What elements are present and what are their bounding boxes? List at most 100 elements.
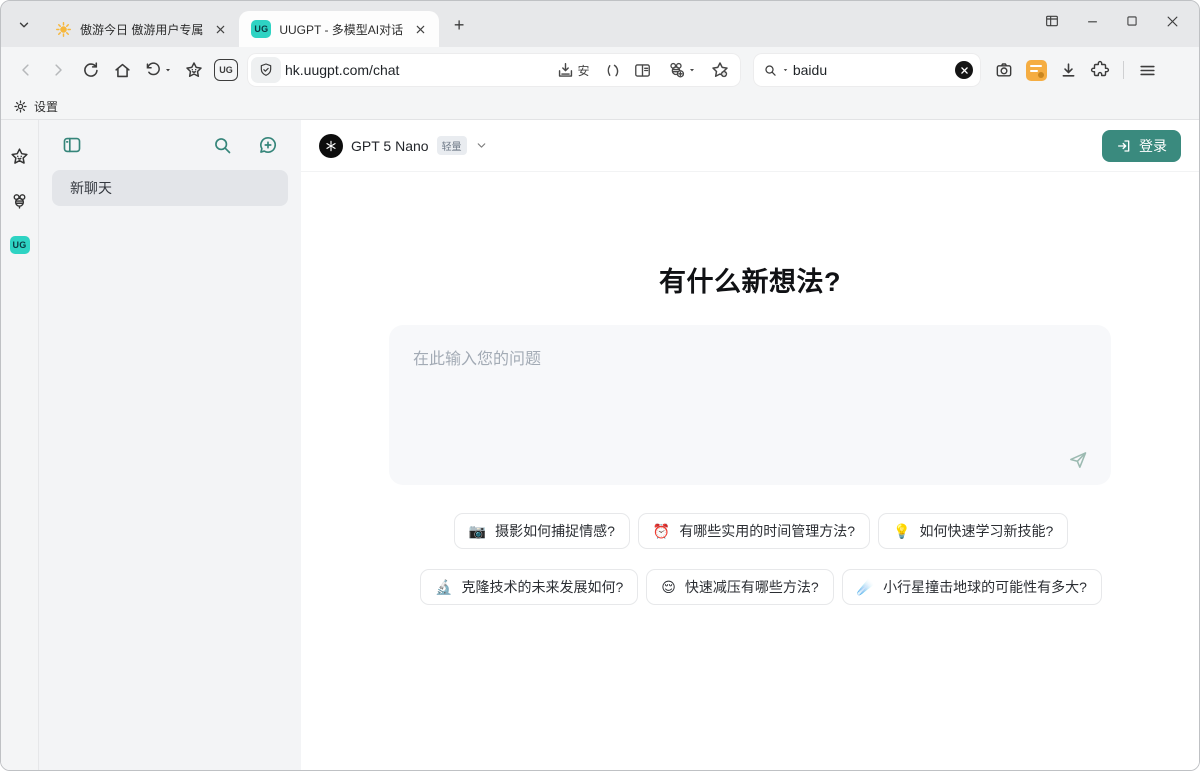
chat-sidebar: 新聊天 [39, 120, 301, 770]
suggestion-list: 📷 摄影如何捕捉情感? ⏰ 有哪些实用的时间管理方法? 💡 如何快速学习新技能?… [389, 513, 1133, 605]
clear-search-button[interactable] [955, 61, 973, 79]
star-face-icon [9, 146, 30, 167]
chat-main-panel: GPT 5 Nano 轻量 登录 有什么新想法? [301, 120, 1199, 770]
maximize-icon [1125, 14, 1139, 28]
maximize-button[interactable] [1117, 6, 1147, 36]
clear-x-icon [960, 66, 969, 75]
page-title: 有什么新想法? [389, 260, 1111, 299]
prompt-textarea[interactable] [389, 325, 1111, 485]
book-icon [633, 61, 652, 80]
lightbulb-emoji-icon: 💡 [893, 523, 910, 540]
home-button[interactable] [107, 55, 137, 85]
tab-close-icon[interactable] [211, 20, 229, 38]
search-input[interactable] [793, 62, 951, 78]
extensions-button[interactable] [1085, 55, 1115, 85]
tab-close-icon[interactable] [411, 20, 429, 38]
search-chats-button[interactable] [212, 135, 233, 156]
shield-check-icon [258, 62, 274, 78]
suggestion-label: 如何快速学习新技能? [920, 521, 1054, 541]
bookmarks-bar: 设置 [1, 93, 1199, 120]
main-menu-button[interactable] [1132, 55, 1162, 85]
search-icon [763, 62, 778, 79]
bee-notes-panel-button[interactable] [9, 191, 30, 212]
forward-icon [49, 61, 67, 79]
search-box[interactable] [753, 53, 981, 87]
login-label: 登录 [1139, 136, 1167, 156]
downloads-button[interactable] [1053, 55, 1083, 85]
back-icon [17, 61, 35, 79]
star-icon [184, 60, 204, 80]
suggestion-button[interactable]: 😌 快速减压有哪些方法? [646, 569, 833, 605]
chat-hero: 有什么新想法? 📷 摄影如何捕捉情感? ⏰ 有哪些实用的时间管理方法? [389, 260, 1111, 605]
notes-icon [1026, 60, 1047, 81]
tab-uugpt[interactable]: UG UUGPT - 多模型AI对话 [239, 11, 439, 47]
browser-toolbar: UG hk.uugpt.com/chat 安 [1, 47, 1199, 93]
split-view-icon [1044, 13, 1060, 29]
reload-button[interactable] [75, 55, 105, 85]
bookmark-settings[interactable]: 设置 [34, 98, 58, 115]
window-controls [1037, 1, 1199, 47]
new-tab-button[interactable]: + [445, 12, 473, 38]
microscope-emoji-icon: 🔬 [435, 579, 452, 596]
send-button[interactable] [1067, 449, 1089, 471]
tab-title: UUGPT - 多模型AI对话 [279, 21, 403, 38]
model-selector-button[interactable] [475, 139, 488, 152]
paper-plane-icon [1067, 449, 1089, 471]
undo-icon [144, 61, 162, 79]
chat-header: GPT 5 Nano 轻量 登录 [301, 120, 1199, 172]
caret-down-icon [688, 66, 696, 74]
suggestion-button[interactable]: 📷 摄影如何捕捉情感? [454, 513, 630, 549]
address-bar[interactable]: hk.uugpt.com/chat 安 [247, 53, 741, 87]
read-aloud-button[interactable] [599, 57, 625, 83]
voice-waves-icon [603, 61, 622, 80]
undo-button[interactable] [139, 55, 177, 85]
alarm-clock-emoji-icon: ⏰ [653, 523, 670, 540]
suggestion-button[interactable]: ⏰ 有哪些实用的时间管理方法? [638, 513, 870, 549]
suggestion-label: 克隆技术的未来发展如何? [462, 577, 624, 597]
caret-down-icon[interactable] [782, 66, 789, 74]
maxthon-sun-icon [55, 21, 72, 38]
back-button[interactable] [11, 55, 41, 85]
login-button[interactable]: 登录 [1102, 130, 1181, 162]
model-badge: 轻量 [437, 136, 467, 155]
forward-button[interactable] [43, 55, 73, 85]
page-content: UG 新聊天 [1, 120, 1199, 770]
download-icon [1059, 61, 1078, 80]
reload-icon [81, 61, 100, 80]
secure-download-button[interactable]: 安 [551, 57, 595, 83]
suggestion-button[interactable]: ☄️ 小行星撞击地球的可能性有多大? [842, 569, 1102, 605]
reader-mode-button[interactable] [629, 57, 655, 83]
add-bookmark-button[interactable] [707, 57, 733, 83]
screenshot-button[interactable] [989, 55, 1019, 85]
collect-to-bee-button[interactable] [659, 57, 703, 83]
uugpt-panel-button[interactable]: UG [10, 236, 30, 254]
favorites-button[interactable] [179, 55, 209, 85]
comet-emoji-icon: ☄️ [857, 579, 874, 596]
ug-outline-icon: UG [214, 59, 238, 81]
chat-bubble-plus-icon [257, 134, 279, 156]
chat-list-item-new-chat[interactable]: 新聊天 [52, 170, 288, 206]
url-text[interactable]: hk.uugpt.com/chat [285, 62, 547, 78]
new-chat-button[interactable] [257, 134, 279, 156]
tab-maxthon-today[interactable]: 傲游今日 傲游用户专属 [43, 11, 239, 47]
favorites-panel-button[interactable] [9, 146, 30, 167]
gear-icon [13, 99, 28, 114]
suggestion-label: 摄影如何捕捉情感? [495, 521, 615, 541]
suggestion-button[interactable]: 💡 如何快速学习新技能? [878, 513, 1068, 549]
suggestion-button[interactable]: 🔬 克隆技术的未来发展如何? [420, 569, 638, 605]
close-window-button[interactable] [1157, 6, 1187, 36]
camera-icon [994, 60, 1014, 80]
camera-emoji-icon: 📷 [469, 523, 486, 540]
split-view-button[interactable] [1037, 6, 1067, 36]
suggestion-label: 有哪些实用的时间管理方法? [679, 521, 855, 541]
tab-list-dropdown-button[interactable] [9, 12, 39, 38]
site-security-button[interactable] [251, 57, 281, 83]
close-icon [1165, 14, 1180, 29]
minimize-button[interactable] [1077, 6, 1107, 36]
panel-left-icon [61, 134, 83, 156]
sidebar-toggle-button[interactable] [61, 134, 83, 156]
notes-button[interactable] [1021, 55, 1051, 85]
uugpt-toolbar-button[interactable]: UG [211, 55, 241, 85]
prompt-input-box[interactable] [389, 325, 1111, 485]
secure-label: 安 [577, 62, 589, 79]
